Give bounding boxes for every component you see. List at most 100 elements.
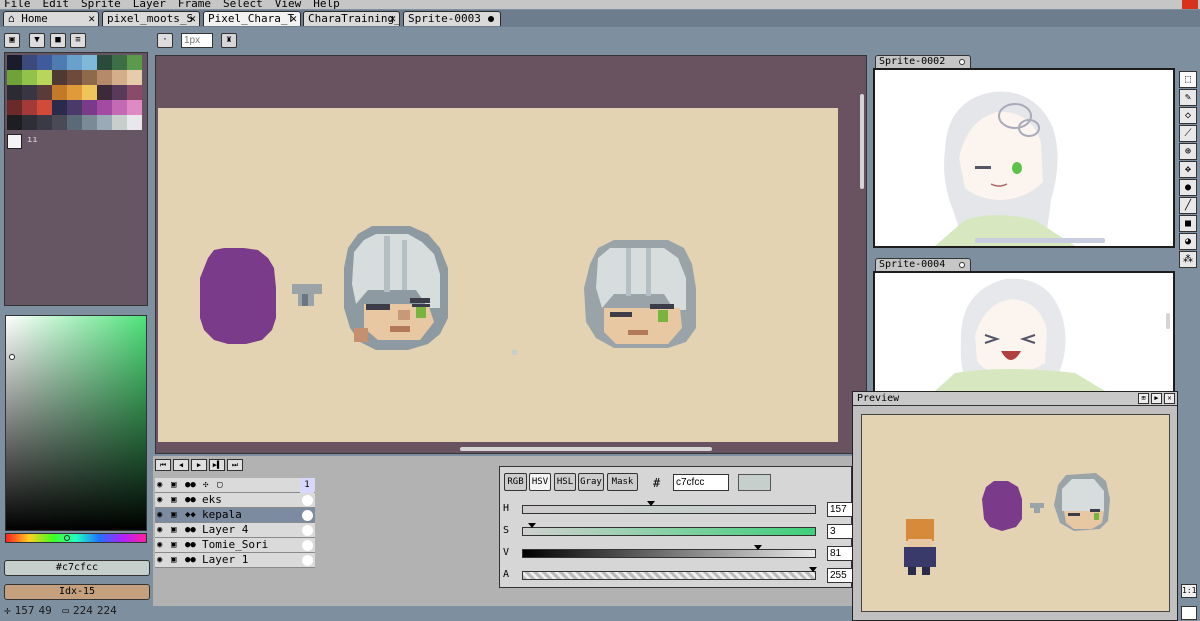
palette-swatch[interactable] bbox=[22, 85, 37, 100]
lock-icon[interactable]: ▣ bbox=[171, 478, 176, 492]
spray-tool-button[interactable]: ⁂ bbox=[1179, 251, 1197, 268]
fill-tool-button[interactable]: ● bbox=[1179, 179, 1197, 196]
lock-icon[interactable]: ▣ bbox=[171, 508, 176, 522]
sv-cursor[interactable] bbox=[9, 354, 15, 360]
palette-swatch[interactable] bbox=[37, 115, 52, 130]
menu-help[interactable]: Help bbox=[313, 0, 340, 9]
preview-zoom-button[interactable]: ⊞ bbox=[1138, 393, 1149, 404]
palette-swatch[interactable] bbox=[7, 100, 22, 115]
rectangle-tool-button[interactable]: ■ bbox=[1179, 215, 1197, 232]
palette-more-icon[interactable]: ıı bbox=[27, 135, 38, 145]
next-frame-button[interactable]: ▶▌ bbox=[209, 459, 225, 471]
link-icon[interactable]: ●● bbox=[185, 493, 196, 507]
palette-swatch[interactable] bbox=[82, 70, 97, 85]
palette-swatch[interactable] bbox=[37, 85, 52, 100]
tab-pixel-moots[interactable]: pixel_moots_S ✕ bbox=[102, 11, 200, 26]
palette-swatch[interactable] bbox=[127, 85, 142, 100]
onion-skin-icon[interactable]: ✣ bbox=[203, 478, 208, 492]
hue-bar[interactable] bbox=[5, 533, 147, 543]
palette-swatch[interactable] bbox=[82, 115, 97, 130]
value-slider-marker[interactable] bbox=[753, 545, 762, 550]
eyedropper-tool-button[interactable]: ⟋ bbox=[1179, 125, 1197, 142]
eye-icon[interactable]: ◉ bbox=[157, 478, 162, 492]
first-frame-button[interactable]: ⏮ bbox=[155, 459, 171, 471]
link-icon[interactable]: ◆◆ bbox=[185, 508, 196, 522]
brush-size-input[interactable] bbox=[181, 33, 213, 48]
layer-row[interactable]: ◉ ▣ ●● Layer 1 bbox=[155, 553, 315, 568]
lock-icon[interactable]: ▣ bbox=[171, 523, 176, 537]
layer-row[interactable]: ◉ ▣ ●● Layer 4 bbox=[155, 523, 315, 538]
close-dot-icon[interactable] bbox=[959, 262, 965, 268]
sprite-0004-view[interactable] bbox=[873, 271, 1175, 393]
palette-swatch[interactable] bbox=[82, 55, 97, 70]
hue-slider[interactable] bbox=[522, 501, 816, 514]
palette-swatch[interactable] bbox=[7, 115, 22, 130]
hue-cursor[interactable] bbox=[64, 535, 70, 541]
sprite-0002-tab[interactable]: Sprite-0002 bbox=[875, 55, 971, 68]
palette-swatch[interactable] bbox=[22, 115, 37, 130]
palette-swatch[interactable] bbox=[7, 70, 22, 85]
hue-slider-marker[interactable] bbox=[646, 501, 655, 506]
close-icon[interactable]: ✕ bbox=[88, 12, 95, 26]
ink-button[interactable]: ♜ bbox=[221, 33, 237, 48]
preview-play-button[interactable]: ▶ bbox=[1151, 393, 1162, 404]
palette-swatch[interactable] bbox=[37, 70, 52, 85]
eye-icon[interactable]: ◉ bbox=[157, 523, 162, 537]
frame-header[interactable]: 1 bbox=[300, 478, 314, 493]
menu-view[interactable]: View bbox=[275, 0, 302, 9]
palette-swatch[interactable] bbox=[112, 55, 127, 70]
layer-row[interactable]: ◉ ▣ ●● eks bbox=[155, 493, 315, 508]
sprite-0002-view[interactable] bbox=[873, 68, 1175, 248]
link-icon[interactable]: ●● bbox=[185, 478, 196, 492]
palette-swatch[interactable] bbox=[127, 70, 142, 85]
last-frame-button[interactable]: ⏭ bbox=[227, 459, 243, 471]
hue-value-input[interactable] bbox=[827, 502, 853, 517]
tab-pixel-chara[interactable]: Pixel_Chara_T ✕ bbox=[203, 11, 301, 26]
palette-swatch[interactable] bbox=[22, 100, 37, 115]
horizontal-scroll-thumb[interactable] bbox=[460, 447, 712, 451]
palette-swatch[interactable] bbox=[97, 100, 112, 115]
cel-dot[interactable] bbox=[302, 525, 313, 536]
mode-gray-button[interactable]: Gray bbox=[578, 473, 604, 491]
mode-hsl-button[interactable]: HSL bbox=[554, 473, 576, 491]
background-color-badge[interactable]: Idx-15 bbox=[4, 584, 150, 600]
palette-swatch[interactable] bbox=[67, 115, 82, 130]
play-button[interactable]: ▶ bbox=[191, 459, 207, 471]
line-tool-button[interactable]: ╱ bbox=[1179, 197, 1197, 214]
menu-frame[interactable]: Frame bbox=[178, 0, 211, 9]
tab-sprite-0003[interactable]: Sprite-0003 bbox=[403, 11, 501, 26]
saturation-value-picker[interactable] bbox=[5, 315, 147, 531]
saturation-slider-marker[interactable] bbox=[527, 523, 536, 528]
palette-swatch[interactable] bbox=[82, 100, 97, 115]
palette-swatch[interactable] bbox=[37, 100, 52, 115]
sprite-0004-tab[interactable]: Sprite-0004 bbox=[875, 258, 971, 271]
layer-row[interactable]: ◉ ▣ ●● Tomie_Sori bbox=[155, 538, 315, 553]
value-slider[interactable] bbox=[522, 545, 816, 558]
alpha-slider[interactable] bbox=[522, 567, 817, 580]
palette-swatch[interactable] bbox=[67, 100, 82, 115]
saturation-value-input[interactable] bbox=[827, 524, 853, 539]
palette-swatch[interactable] bbox=[82, 85, 97, 100]
link-icon[interactable]: ●● bbox=[185, 538, 196, 552]
palette-swatch-white[interactable] bbox=[7, 134, 22, 149]
palette-swatch[interactable] bbox=[112, 85, 127, 100]
palette-swatch[interactable] bbox=[112, 70, 127, 85]
palette-swatch[interactable] bbox=[112, 100, 127, 115]
editor-viewport[interactable] bbox=[155, 55, 867, 454]
hex-color-input[interactable] bbox=[673, 474, 729, 491]
cel-dot[interactable] bbox=[302, 555, 313, 566]
tab-home[interactable]: ⌂ Home ✕ bbox=[3, 11, 99, 26]
palette-swatch[interactable] bbox=[97, 70, 112, 85]
preview-titlebar[interactable]: Preview ⊞ ▶ ✕ bbox=[853, 392, 1177, 406]
palette-swatch[interactable] bbox=[7, 85, 22, 100]
palette-swatch[interactable] bbox=[127, 55, 142, 70]
eye-icon[interactable]: ◉ bbox=[157, 508, 162, 522]
alpha-slider-marker[interactable] bbox=[809, 567, 817, 572]
palette-swatch[interactable] bbox=[7, 55, 22, 70]
close-icon[interactable]: ✕ bbox=[389, 12, 396, 26]
link-icon[interactable]: ●● bbox=[185, 553, 196, 567]
palette-swatch[interactable] bbox=[97, 55, 112, 70]
menu-layer[interactable]: Layer bbox=[133, 0, 166, 9]
palette-swatch[interactable] bbox=[97, 85, 112, 100]
vertical-scroll-thumb[interactable] bbox=[860, 94, 864, 189]
